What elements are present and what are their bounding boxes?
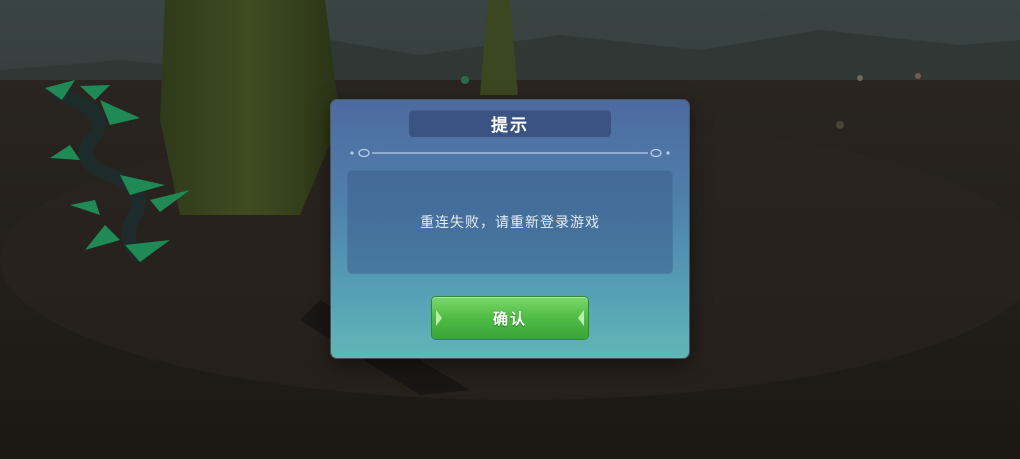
chevron-right-icon [578,310,584,326]
dialog-message: 重连失败，请重新登录游戏 [420,215,600,231]
confirm-button-label: 确认 [492,309,527,328]
reconnect-failed-dialog: 提示 重连失败，请重新登录游戏 确认 [331,100,689,358]
dialog-title-bar: 提示 [409,110,611,137]
divider-ornament-icon [350,148,670,158]
dialog-message-box: 重连失败，请重新登录游戏 [347,170,673,274]
confirm-button[interactable]: 确认 [432,297,588,339]
chevron-left-icon [436,310,442,326]
dialog-title: 提示 [491,116,529,136]
